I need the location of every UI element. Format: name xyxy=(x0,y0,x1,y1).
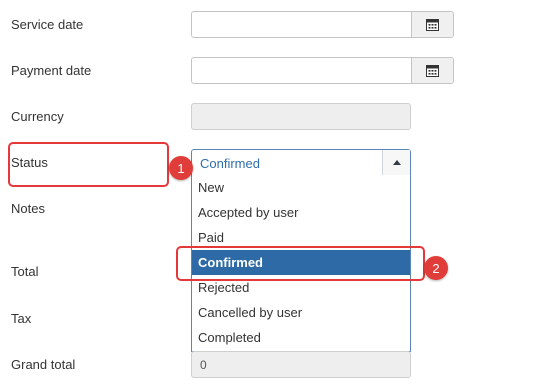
status-option-new[interactable]: New xyxy=(192,175,410,200)
status-option-completed[interactable]: Completed xyxy=(192,325,410,350)
grand-total-value: 0 xyxy=(200,357,207,372)
status-option-cancelled-by-user[interactable]: Cancelled by user xyxy=(192,300,410,325)
annotation-box-confirmed-option xyxy=(176,246,425,281)
tax-label: Tax xyxy=(11,311,32,326)
status-select[interactable]: Confirmed xyxy=(191,149,411,176)
grand-total-field: 0 xyxy=(191,351,411,378)
grand-total-label: Grand total xyxy=(11,357,76,372)
annotation-box-status-label xyxy=(8,142,169,187)
total-label: Total xyxy=(11,264,39,279)
service-date-label: Service date xyxy=(11,17,84,32)
annotation-marker-2: 2 xyxy=(424,256,448,280)
service-date-calendar-button[interactable] xyxy=(411,12,453,37)
service-date-field[interactable] xyxy=(191,11,454,38)
notes-label: Notes xyxy=(11,201,45,216)
status-select-toggle[interactable] xyxy=(382,150,410,175)
status-selected-value: Confirmed xyxy=(200,156,260,171)
caret-up-icon xyxy=(392,160,401,165)
calendar-icon xyxy=(426,19,439,31)
currency-label: Currency xyxy=(11,109,64,124)
payment-date-field[interactable] xyxy=(191,57,454,84)
calendar-icon xyxy=(426,65,439,77)
currency-field xyxy=(191,103,411,130)
payment-date-label: Payment date xyxy=(11,63,92,78)
annotation-marker-1: 1 xyxy=(169,156,193,180)
payment-date-calendar-button[interactable] xyxy=(411,58,453,83)
status-option-accepted-by-user[interactable]: Accepted by user xyxy=(192,200,410,225)
